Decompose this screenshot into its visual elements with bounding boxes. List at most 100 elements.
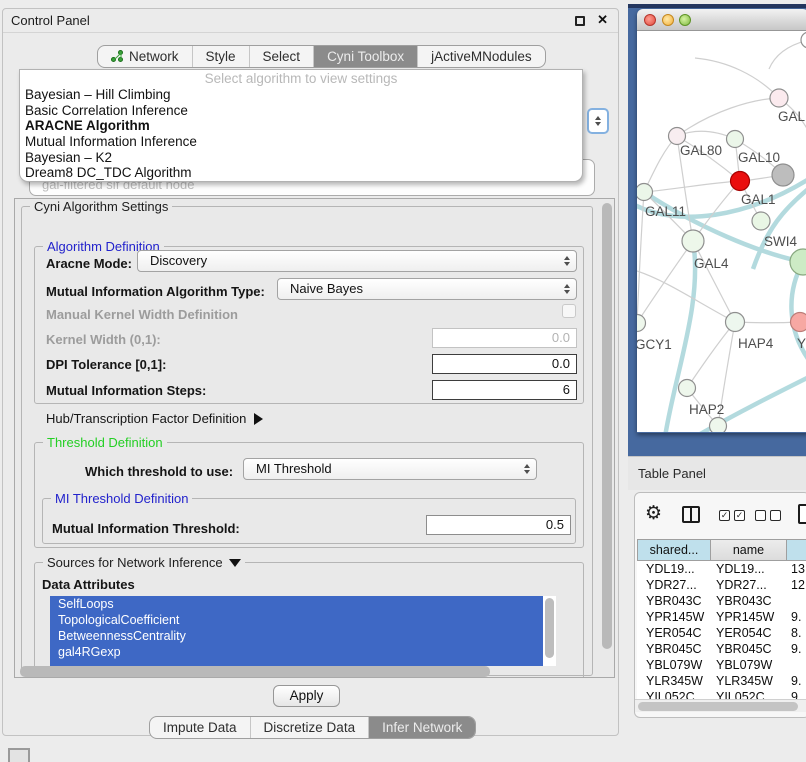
- node-label: HAP2: [689, 402, 724, 417]
- docked-mini-icon[interactable]: [8, 748, 30, 762]
- node-partial-bottom[interactable]: [710, 418, 727, 433]
- apply-button[interactable]: Apply: [273, 685, 340, 707]
- attribute-item[interactable]: gal4RGexp: [50, 644, 556, 660]
- node-label: Y: [797, 336, 806, 351]
- dropdown-option[interactable]: Dream8 DC_TDC Algorithm: [20, 165, 582, 181]
- collapse-down-icon: [229, 559, 241, 567]
- dropdown-option[interactable]: Bayesian – K2: [20, 150, 582, 166]
- cyni-settings-viewport: Cyni Algorithm Settings Algorithm Defini…: [14, 198, 615, 678]
- node-gray[interactable]: [772, 164, 794, 186]
- mi-steps-label: Mutual Information Steps:: [46, 383, 206, 398]
- table-row[interactable]: YBL079WYBL079W: [637, 657, 806, 673]
- table-row[interactable]: YDR27...YDR27...12: [637, 577, 806, 593]
- tab-select[interactable]: Select: [249, 46, 314, 67]
- mi-type-combobox[interactable]: Naive Bayes: [277, 278, 577, 300]
- float-window-icon[interactable]: [575, 16, 585, 26]
- close-icon[interactable]: ✕: [597, 12, 608, 28]
- aracne-mode-combobox[interactable]: Discovery: [137, 250, 577, 272]
- node-label: GCY1: [637, 337, 672, 352]
- node-hap4[interactable]: [726, 313, 745, 332]
- aracne-mode-label: Aracne Mode:: [46, 256, 132, 271]
- dropdown-option[interactable]: Bayesian – Hill Climbing: [20, 87, 582, 103]
- unchecked-checkbox-icon[interactable]: [770, 510, 781, 521]
- node-gal11[interactable]: [637, 184, 653, 201]
- node-swi4[interactable]: [752, 212, 770, 230]
- table-horizontal-scrollbar[interactable]: [635, 699, 806, 712]
- control-panel-window: Control Panel ✕ Network Style Select Cyn…: [2, 8, 619, 736]
- node-partial-top[interactable]: [801, 32, 806, 48]
- tab-infer-network[interactable]: Infer Network: [368, 717, 475, 738]
- control-panel-titlebar: Control Panel ✕: [3, 9, 618, 33]
- dropdown-option[interactable]: Mutual Information Inference: [20, 134, 582, 150]
- settings-horizontal-scrollbar[interactable]: [20, 666, 490, 677]
- which-threshold-combobox[interactable]: MI Threshold: [243, 458, 537, 480]
- kernel-width-field[interactable]: 0.0: [432, 328, 577, 348]
- column-header-partial[interactable]: [787, 539, 806, 561]
- table-panel: ⚙ ✓ ✓ shared... name YDL19...YDL19...13 …: [634, 492, 806, 718]
- tab-style[interactable]: Style: [192, 46, 249, 67]
- manual-kernel-checkbox[interactable]: [562, 304, 576, 318]
- document-icon[interactable]: [798, 504, 806, 524]
- kernel-width-label: Kernel Width (0,1):: [46, 332, 161, 347]
- algorithm-combobox-fragment[interactable]: [587, 108, 609, 134]
- table-row[interactable]: YDL19...YDL19...13: [637, 561, 806, 577]
- mi-type-label: Mutual Information Algorithm Type:: [46, 284, 265, 299]
- dropdown-option-selected[interactable]: ARACNE Algorithm: [20, 118, 582, 134]
- node-gcy1[interactable]: [637, 315, 646, 332]
- table-row[interactable]: YER054CYER054C8.: [637, 625, 806, 641]
- column-header-name[interactable]: name: [711, 539, 787, 561]
- mi-steps-field[interactable]: 6: [432, 380, 577, 400]
- table-row[interactable]: YIL052CYIL052C9: [637, 689, 806, 699]
- node-gal80[interactable]: [669, 128, 686, 145]
- node-salmon[interactable]: [791, 313, 806, 332]
- table-row[interactable]: YBR045CYBR045C9.: [637, 641, 806, 657]
- network-canvas[interactable]: GAL GAL80 GAL10 GAL1 GAL11 SWI4 GAL4 GCY…: [637, 31, 806, 432]
- network-view-frame: GAL GAL80 GAL10 GAL1 GAL11 SWI4 GAL4 GCY…: [628, 4, 806, 456]
- attribute-item[interactable]: SelfLoops: [50, 596, 556, 612]
- node-gal1-red[interactable]: [731, 172, 750, 191]
- stepper-icon: [564, 284, 570, 294]
- tab-cyni-toolbox[interactable]: Cyni Toolbox: [313, 46, 417, 67]
- tab-network[interactable]: Network: [98, 46, 192, 67]
- settings-vertical-scrollbar[interactable]: [602, 203, 612, 649]
- table-row[interactable]: YPR145WYPR145W9.: [637, 609, 806, 625]
- unchecked-checkbox-icon[interactable]: [755, 510, 766, 521]
- group-title: Threshold Definition: [43, 435, 167, 450]
- stepper-icon: [524, 464, 530, 474]
- table-panel-title: Table Panel: [638, 466, 706, 481]
- hub-definition-expander[interactable]: Hub/Transcription Factor Definition: [46, 411, 263, 426]
- tab-impute-data[interactable]: Impute Data: [150, 717, 250, 738]
- data-attributes-label: Data Attributes: [42, 577, 135, 592]
- dpi-tolerance-label: DPI Tolerance [0,1]:: [46, 357, 166, 372]
- node-big-green[interactable]: [790, 249, 806, 275]
- tab-jactivemnodules[interactable]: jActiveMNodules: [417, 46, 545, 67]
- attributes-scrollbar[interactable]: [543, 596, 556, 666]
- sources-group-title[interactable]: Sources for Network Inference: [43, 555, 245, 570]
- mi-threshold-field[interactable]: 0.5: [426, 515, 571, 535]
- column-header-shared[interactable]: shared...: [637, 539, 711, 561]
- node-hap2[interactable]: [679, 380, 696, 397]
- attribute-item[interactable]: BetweennessCentrality: [50, 628, 556, 644]
- attribute-item[interactable]: TopologicalCoefficient: [50, 612, 556, 628]
- gear-icon[interactable]: ⚙: [645, 502, 662, 524]
- table-row[interactable]: YLR345WYLR345W9.: [637, 673, 806, 689]
- zoom-traffic-light[interactable]: [679, 14, 691, 26]
- node-gal10[interactable]: [727, 131, 744, 148]
- columns-icon[interactable]: [682, 506, 700, 523]
- close-traffic-light[interactable]: [644, 14, 656, 26]
- checked-checkbox-icon[interactable]: ✓: [719, 510, 730, 521]
- expand-right-icon: [254, 413, 263, 425]
- node-gal-partial[interactable]: [770, 89, 788, 107]
- tab-discretize-data[interactable]: Discretize Data: [250, 717, 369, 738]
- dropdown-option[interactable]: Basic Correlation Inference: [20, 103, 582, 119]
- screen: Control Panel ✕ Network Style Select Cyn…: [0, 0, 806, 762]
- checked-checkbox-icon[interactable]: ✓: [734, 510, 745, 521]
- node-gal4[interactable]: [682, 230, 704, 252]
- dpi-tolerance-field[interactable]: 0.0: [432, 354, 577, 374]
- table-row[interactable]: YBR043CYBR043C: [637, 593, 806, 609]
- minimize-traffic-light[interactable]: [662, 14, 674, 26]
- group-title: Cyni Algorithm Settings: [30, 199, 172, 214]
- node-label: GAL10: [738, 150, 780, 165]
- stepper-icon: [595, 116, 601, 126]
- stepper-icon: [564, 256, 570, 266]
